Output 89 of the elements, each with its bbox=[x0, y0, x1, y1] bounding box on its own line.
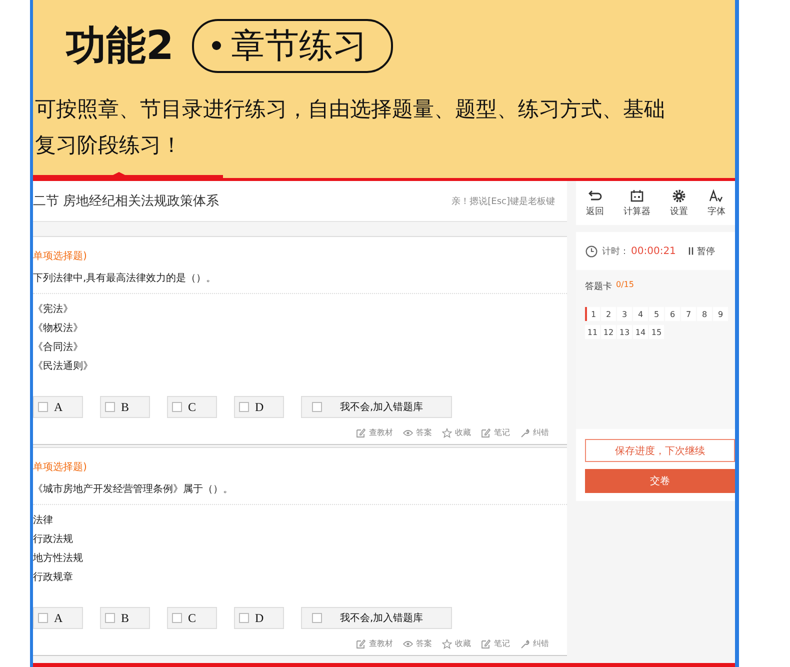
checkbox[interactable] bbox=[312, 613, 322, 623]
option-text: 行政规章 bbox=[33, 570, 74, 585]
edit-icon bbox=[356, 428, 366, 438]
answer-option[interactable]: A bbox=[33, 396, 83, 418]
timer-label: 计时： bbox=[602, 246, 629, 258]
question-number[interactable]: 14 bbox=[633, 325, 648, 339]
checkbox[interactable] bbox=[239, 613, 249, 623]
question-tool[interactable]: 笔记 bbox=[481, 427, 510, 438]
question-tool[interactable]: 查教材 bbox=[356, 638, 393, 649]
option-text: 法律 bbox=[33, 514, 54, 528]
toolbar-button[interactable]: 设置 bbox=[670, 188, 688, 218]
checkbox[interactable] bbox=[239, 402, 249, 412]
toolbar-button[interactable]: 返回 bbox=[586, 188, 604, 218]
toolbar-button[interactable]: 计算器 bbox=[623, 188, 650, 218]
option-text: 地方性法规 bbox=[33, 552, 84, 566]
star-icon bbox=[442, 638, 452, 648]
wrench-icon bbox=[520, 638, 530, 648]
question-number[interactable]: 12 bbox=[601, 325, 616, 339]
font-size-icon bbox=[709, 188, 724, 202]
eye-icon bbox=[403, 638, 413, 648]
question-tool[interactable]: 查教材 bbox=[356, 427, 393, 438]
clock-icon bbox=[585, 244, 598, 258]
bullet-icon bbox=[212, 41, 221, 50]
question-tool[interactable]: 收藏 bbox=[442, 427, 471, 438]
back-icon bbox=[588, 188, 602, 202]
question-number[interactable]: 3 bbox=[617, 307, 632, 321]
option-text: 《民法通则》 bbox=[33, 360, 94, 374]
add-to-mistakes-option[interactable]: 我不会,加入错题库 bbox=[301, 396, 452, 418]
question-type: 单项选择题) bbox=[33, 460, 88, 474]
answer-option[interactable]: D bbox=[234, 396, 284, 418]
edit-icon bbox=[481, 638, 491, 648]
feature-title: 功能2 bbox=[66, 22, 174, 71]
edit-icon bbox=[356, 638, 366, 648]
checkbox[interactable] bbox=[172, 613, 182, 623]
answer-card-title: 答题卡 bbox=[585, 280, 612, 293]
answer-option[interactable]: B bbox=[100, 396, 150, 418]
checkbox[interactable] bbox=[38, 613, 48, 623]
answer-option[interactable]: C bbox=[167, 396, 217, 418]
answered-count: 0/15 bbox=[616, 280, 634, 291]
wrench-icon bbox=[520, 428, 530, 438]
question-number[interactable]: 6 bbox=[665, 307, 680, 321]
checkbox[interactable] bbox=[312, 402, 322, 412]
submit-button[interactable]: 交卷 bbox=[585, 469, 735, 493]
question-number[interactable]: 4 bbox=[633, 307, 648, 321]
option-text: 《宪法》 bbox=[33, 302, 74, 317]
question-text: 《城市房地产开发经营管理条例》属于（）。 bbox=[33, 482, 567, 505]
boss-key-hint: 亲！摁说[Esc]键是老板键 bbox=[452, 196, 555, 208]
answer-option[interactable]: B bbox=[100, 607, 150, 629]
question-type: 单项选择题) bbox=[33, 250, 88, 263]
answer-option[interactable]: A bbox=[33, 607, 83, 629]
settings-icon bbox=[672, 188, 686, 202]
checkbox[interactable] bbox=[172, 402, 182, 412]
question-tool[interactable]: 纠错 bbox=[520, 638, 549, 649]
question-tool[interactable]: 笔记 bbox=[481, 638, 510, 649]
question-number[interactable]: 5 bbox=[649, 307, 664, 321]
question-number[interactable]: 13 bbox=[617, 325, 632, 339]
calculator-icon bbox=[630, 188, 644, 202]
option-text: 《合同法》 bbox=[33, 340, 84, 355]
pause-button[interactable]: 暂停 bbox=[688, 244, 715, 258]
pause-icon bbox=[688, 246, 694, 256]
question-tool[interactable]: 答案 bbox=[403, 638, 432, 649]
feature-description: 可按照章、节目录进行练习，自由选择题量、题型、练习方式、基础复习阶段练习！ bbox=[34, 96, 666, 159]
option-text: 《物权法》 bbox=[33, 322, 84, 336]
checkbox[interactable] bbox=[38, 402, 48, 412]
question-tool[interactable]: 纠错 bbox=[520, 427, 549, 438]
answer-option[interactable]: D bbox=[234, 607, 284, 629]
question-number[interactable]: 9 bbox=[713, 307, 728, 321]
chapter-title: 二节 房地经纪相关法规政策体系 bbox=[33, 193, 220, 210]
timer-value: 00:00:21 bbox=[631, 246, 676, 256]
answer-option[interactable]: C bbox=[167, 607, 217, 629]
question-number[interactable]: 15 bbox=[649, 325, 664, 339]
checkbox[interactable] bbox=[105, 613, 115, 623]
badge-label: 章节练习 bbox=[230, 24, 367, 68]
eye-icon bbox=[403, 428, 413, 438]
question-number[interactable]: 8 bbox=[697, 307, 712, 321]
toolbar-button[interactable]: 字体 bbox=[707, 188, 726, 218]
question-number[interactable]: 1 bbox=[585, 307, 600, 321]
question-number[interactable]: 7 bbox=[681, 307, 696, 321]
edit-icon bbox=[481, 428, 491, 438]
checkbox[interactable] bbox=[105, 402, 115, 412]
option-text: 行政法规 bbox=[33, 532, 74, 547]
question-tool[interactable]: 答案 bbox=[403, 427, 432, 438]
save-progress-button[interactable]: 保存进度，下次继续 bbox=[585, 439, 735, 462]
add-to-mistakes-option[interactable]: 我不会,加入错题库 bbox=[301, 607, 452, 629]
star-icon bbox=[442, 428, 452, 438]
question-number[interactable]: 2 bbox=[601, 307, 616, 321]
question-text: 下列法律中,具有最高法律效力的是（）。 bbox=[33, 271, 567, 294]
question-number[interactable]: 11 bbox=[585, 325, 600, 339]
question-tool[interactable]: 收藏 bbox=[442, 638, 471, 649]
